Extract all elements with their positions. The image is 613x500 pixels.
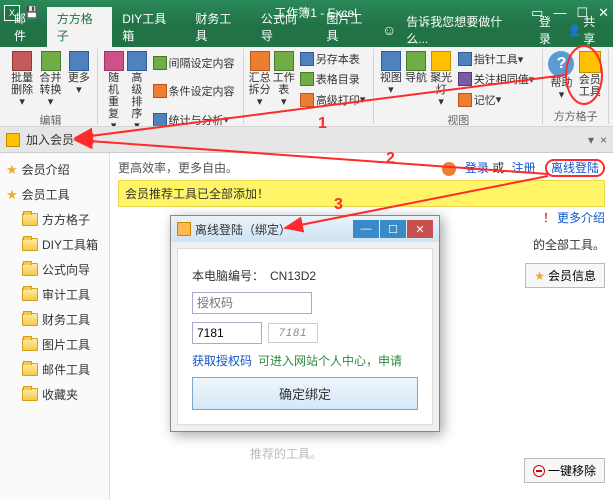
sidebar-item-ffgz[interactable]: 方方格子 [0,207,109,232]
advanced-sort-button[interactable]: 高级排序▾ [125,49,148,127]
summary-split-button[interactable]: 汇总拆分▾ [248,49,272,110]
captcha-input[interactable] [192,322,262,344]
folder-icon [22,338,38,351]
dialog-title: 离线登陆（绑定） [195,221,291,238]
get-auth-code-link[interactable]: 获取授权码 [192,352,252,369]
pane-icon [6,133,20,147]
login-link[interactable]: 登录 [539,13,562,47]
dialog-app-icon [177,222,191,236]
tab-diy[interactable]: DIY工具箱 [112,7,185,47]
sidebar-item-diy[interactable]: DIY工具箱 [0,232,109,257]
tab-formula[interactable]: 公式向导 [251,7,317,47]
slogan-text: 更高效率，更多自由。 [118,159,238,176]
member-info-button[interactable]: ★会员信息 [525,263,605,288]
pane-titlebar: 加入会员 ▾ × [0,127,613,153]
share-button[interactable]: 👤共享 [568,13,605,47]
right-panel: ！更多介绍 的全部工具。 ★会员信息 一键移除 [524,209,605,483]
help-button[interactable]: ?帮助▾ [547,49,575,106]
spotlight-button[interactable]: 聚光灯▾ [429,49,454,110]
folder-icon [22,263,38,276]
nav-button[interactable]: 导航 [403,49,428,110]
save-sheet-button[interactable]: 另存本表 [298,50,368,68]
user-icon [442,162,456,176]
highlight-same-button[interactable]: 关注相同值 ▾ [456,70,537,88]
offline-login-dialog: 离线登陆（绑定） — ☐ ✕ 本电脑编号： CN13D2 7181 获取授权码 可… [170,215,440,432]
sidebar-item-formula[interactable]: 公式向导 [0,257,109,282]
dialog-maximize-icon[interactable]: ☐ [380,220,406,238]
merge-convert-button[interactable]: 合并转换▾ [36,49,64,110]
advanced-print-button[interactable]: 高级打印 ▾ [298,91,368,109]
pane-close-icon[interactable]: × [600,133,607,147]
condition-content-button[interactable]: 条件设定内容 [151,82,237,100]
folder-icon [22,213,38,226]
register-link[interactable]: 注册 [512,161,536,175]
tab-mail[interactable]: 邮件 [4,7,47,47]
dialog-minimize-icon[interactable]: — [353,220,379,238]
star-icon: ★ [6,162,18,178]
sidebar-item-image[interactable]: 图片工具 [0,332,109,357]
get-auth-hint: 可进入网站个人中心，申请 [258,352,402,369]
banner: 会员推荐工具已全部添加！ [118,180,605,207]
sidebar-item-audit[interactable]: 审计工具 [0,282,109,307]
one-click-remove-button[interactable]: 一键移除 [524,458,605,483]
tell-me-text[interactable]: 告诉我您想要做什么... [406,13,517,47]
sidebar-item-mail[interactable]: 邮件工具 [0,357,109,382]
folder-icon [22,238,38,251]
pane-title: 加入会员 [26,131,74,148]
ribbon-tabs: 邮件 方方格子 DIY工具箱 财务工具 公式向导 图片工具 告诉我您想要做什么.… [0,25,613,47]
group-label-ffgz: 方方格子 [547,106,604,124]
confirm-bind-button[interactable]: 确定绑定 [192,377,418,410]
remove-icon [533,465,545,477]
member-tools-button[interactable]: 会员工具 [576,49,604,106]
star-icon: ★ [534,269,545,283]
sidebar-item-fav[interactable]: 收藏夹 [0,382,109,407]
sidebar-item-tools[interactable]: ★会员工具 [0,182,109,207]
folder-icon [22,388,38,401]
tell-me-icon[interactable] [382,22,400,38]
captcha-image[interactable]: 7181 [268,323,318,343]
ribbon: 批量删除▾ 合并转换▾ 更多▾ 编辑 随机重复▾ 高级排序▾ 间隔设定内容 条件… [0,47,613,127]
folder-icon [22,363,38,376]
offline-login-link[interactable]: 离线登陆 [545,159,605,177]
folder-icon [22,313,38,326]
random-repeat-button[interactable]: 随机重复▾ [102,49,125,127]
tab-image[interactable]: 图片工具 [316,7,382,47]
group-label-view: 视图 [378,110,538,127]
star-icon: ★ [6,187,18,203]
group-label-edit: 编辑 [8,110,93,127]
batch-delete-button[interactable]: 批量删除▾ [8,49,36,110]
sidebar-item-intro[interactable]: ★会员介绍 [0,157,109,182]
tab-finance[interactable]: 财务工具 [185,7,251,47]
dialog-titlebar: 离线登陆（绑定） — ☐ ✕ [171,216,439,242]
tab-ffgz[interactable]: 方方格子 [47,7,113,47]
pane-dropdown-icon[interactable]: ▾ [588,133,594,147]
pc-code-value: CN13D2 [270,269,316,283]
login-link[interactable]: 登录 [465,161,489,175]
memory-button[interactable]: 记忆 ▾ [456,91,537,109]
line2-text: 的全部工具。 [533,236,605,253]
auth-code-input[interactable] [192,292,312,314]
sheet-catalog-button[interactable]: 表格目录 [298,70,368,88]
pointer-tool-button[interactable]: 指针工具 ▾ [456,50,537,68]
more-intro-link[interactable]: 更多介绍 [557,211,605,225]
dialog-close-icon[interactable]: ✕ [407,220,433,238]
pc-code-label: 本电脑编号： [192,267,264,284]
stats-analysis-button[interactable]: 统计与分析 ▾ [151,111,237,127]
group-label-sheet [248,110,370,124]
sidebar: ★会员介绍 ★会员工具 方方格子 DIY工具箱 公式向导 审计工具 财务工具 图… [0,153,110,500]
view-button[interactable]: 视图▾ [378,49,403,110]
folder-icon [22,288,38,301]
exclaim-text: ！ [543,211,555,225]
sidebar-item-finance[interactable]: 财务工具 [0,307,109,332]
more-button[interactable]: 更多▾ [65,49,93,110]
worksheet-button[interactable]: 工作表▾ [272,49,296,110]
faded-text: 推荐的工具。 [250,445,322,462]
interval-content-button[interactable]: 间隔设定内容 [151,54,237,72]
